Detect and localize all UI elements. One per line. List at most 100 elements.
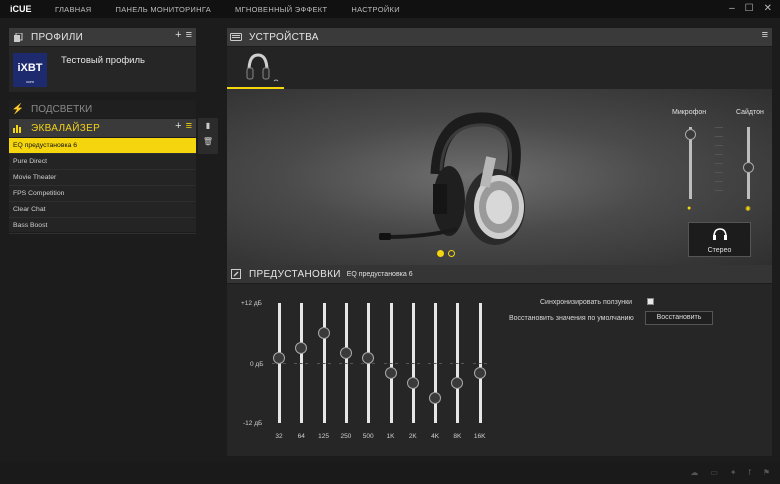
title-bar: iCUE ГЛАВНАЯ ПАНЕЛЬ МОНИТОРИНГА МГНОВЕНН… xyxy=(0,0,780,18)
zero-line xyxy=(428,363,443,364)
device-tab-headset[interactable] xyxy=(227,47,284,89)
add-eq-button[interactable]: + xyxy=(175,120,181,132)
sync-sliders-label: Синхронизировать ползунки xyxy=(540,299,633,306)
sidetone-slider-knob[interactable] xyxy=(743,161,754,173)
stereo-label: Стерео xyxy=(707,247,732,254)
eq-band-slider[interactable]: 125 xyxy=(314,284,334,449)
sync-sliders-checkbox[interactable] xyxy=(647,298,654,305)
headphones-icon xyxy=(712,228,727,240)
eq-preset-list: EQ предустановка 6 Pure Direct Movie Theat… xyxy=(9,138,196,234)
edit-icon xyxy=(227,265,245,283)
carousel-dot[interactable] xyxy=(437,250,444,257)
eq-band-slider[interactable]: 1K xyxy=(381,284,401,449)
icue-window: iCUE ГЛАВНАЯ ПАНЕЛЬ МОНИТОРИНГА МГНОВЕНН… xyxy=(0,0,780,484)
device-stage: Микрофон Сайдтон ● ✺ Стерео xyxy=(227,89,772,265)
carousel-dot[interactable] xyxy=(448,250,455,257)
zero-line xyxy=(338,363,353,364)
stereo-button[interactable]: Стерео xyxy=(688,222,751,257)
profile-name: Тестовый профиль xyxy=(61,55,145,66)
eq-band-knob[interactable] xyxy=(406,377,419,389)
facebook-icon[interactable]: f xyxy=(749,468,751,477)
zero-line xyxy=(472,363,487,364)
lighting-header[interactable]: ⚡ ПОДСВЕТКИ xyxy=(9,100,196,118)
close-button[interactable]: ✕ xyxy=(764,3,772,14)
profiles-menu-icon[interactable]: ≡ xyxy=(186,29,192,41)
copy-icon[interactable]: ▮ xyxy=(198,118,218,134)
trash-icon[interactable]: 🗑 xyxy=(198,134,218,150)
eq-band-slider[interactable]: 64 xyxy=(291,284,311,449)
eq-band-slider[interactable]: 32 xyxy=(269,284,289,449)
profile-item[interactable]: iXBT com Тестовый профиль xyxy=(9,47,196,92)
eq-preset-item[interactable]: EQ предустановка 6 xyxy=(9,138,196,154)
community-icon[interactable]: ☁ xyxy=(690,468,698,477)
presets-header: ПРЕДУСТАНОВКИ EQ предустановка 6 xyxy=(227,265,772,283)
presets-title: ПРЕДУСТАНОВКИ xyxy=(249,268,341,280)
equalizer-header: ЭКВАЛАЙЗЕР + ≡ xyxy=(9,119,196,137)
device-tab-bar xyxy=(227,47,772,89)
window-controls: – ☐ ✕ xyxy=(729,3,772,14)
app-logo: iCUE xyxy=(10,4,32,14)
db-top-label: +12 дБ xyxy=(241,300,262,307)
add-profile-button[interactable]: + xyxy=(175,29,181,41)
presets-current-name: EQ предустановка 6 xyxy=(346,270,413,278)
nav-instant-lighting[interactable]: МГНОВЕННЫЙ ЭФФЕКТ xyxy=(235,5,327,14)
equalizer-icon xyxy=(9,119,27,137)
zero-line xyxy=(316,363,331,364)
maximize-button[interactable]: ☐ xyxy=(745,3,754,14)
profiles-header: ПРОФИЛИ + ≡ xyxy=(9,28,196,46)
mic-mute-icon[interactable]: ● xyxy=(687,205,691,212)
corsair-icon[interactable]: ⚑ xyxy=(763,468,770,477)
eq-band-slider[interactable]: 250 xyxy=(336,284,356,449)
eq-band-slider[interactable]: 8K xyxy=(447,284,467,449)
carousel-dots xyxy=(437,250,455,257)
headset-thumbnail-icon xyxy=(246,53,279,82)
zero-line xyxy=(450,363,465,364)
eq-band-knob[interactable] xyxy=(384,367,397,379)
nav-dashboard[interactable]: ПАНЕЛЬ МОНИТОРИНГА xyxy=(116,5,211,14)
db-bottom-label: -12 дБ xyxy=(243,420,263,427)
profiles-icon xyxy=(9,28,27,46)
eq-panel: +12 дБ 0 дБ -12 дБ 32 64 125 250 500 1K 2K 4K 8K… xyxy=(227,284,772,456)
devices-menu-icon[interactable]: ≡ xyxy=(762,29,768,41)
eq-band-knob[interactable] xyxy=(429,392,442,404)
zero-line xyxy=(383,363,398,364)
eq-band-knob[interactable] xyxy=(451,377,464,389)
equalizer-title: ЭКВАЛАЙЗЕР xyxy=(31,122,101,134)
eq-band-knob[interactable] xyxy=(273,352,285,364)
sidetone-label: Сайдтон xyxy=(736,109,764,116)
lighting-title: ПОДСВЕТКИ xyxy=(31,103,93,115)
eq-band-knob[interactable] xyxy=(295,342,308,354)
nav-settings[interactable]: НАСТРОЙКИ xyxy=(351,5,400,14)
eq-band-knob[interactable] xyxy=(339,347,352,359)
devices-header: УСТРОЙСТВА ≡ xyxy=(227,28,772,46)
level-meter xyxy=(715,127,723,199)
profile-logo: iXBT com xyxy=(13,53,47,87)
eq-band-slider[interactable]: 2K xyxy=(403,284,423,449)
eq-preset-item[interactable]: Clear Chat xyxy=(9,202,196,218)
sidetone-icon[interactable]: ✺ xyxy=(745,205,751,213)
eq-menu-icon[interactable]: ≡ xyxy=(186,120,192,132)
eq-preset-item[interactable]: Movie Theater xyxy=(9,170,196,186)
eq-band-slider[interactable]: 4K xyxy=(425,284,445,449)
restore-button[interactable]: Восстановить xyxy=(645,311,713,325)
eq-band-slider[interactable]: 16K xyxy=(470,284,490,449)
eq-band-slider[interactable]: 500 xyxy=(358,284,378,449)
restore-defaults-label: Восстановить значения по умолчанию xyxy=(509,315,634,322)
lightning-icon: ⚡ xyxy=(11,103,25,115)
eq-side-tools: ▮ 🗑 xyxy=(198,118,218,154)
minimize-button[interactable]: – xyxy=(729,3,735,14)
main-nav: ГЛАВНАЯ ПАНЕЛЬ МОНИТОРИНГА МГНОВЕННЫЙ ЭФ… xyxy=(55,5,424,14)
eq-preset-item[interactable]: Pure Direct xyxy=(9,154,196,170)
eq-band-knob[interactable] xyxy=(317,327,330,339)
eq-preset-item[interactable]: Bass Boost xyxy=(9,218,196,234)
eq-band-knob[interactable] xyxy=(473,367,486,379)
db-mid-label: 0 дБ xyxy=(250,361,264,368)
microphone-label: Микрофон xyxy=(672,109,707,116)
nav-home[interactable]: ГЛАВНАЯ xyxy=(55,5,92,14)
zero-line xyxy=(405,363,420,364)
chat-icon[interactable]: ▭ xyxy=(710,468,718,477)
twitter-icon[interactable]: ✦ xyxy=(730,468,737,477)
eq-preset-item[interactable]: FPS Competition xyxy=(9,186,196,202)
eq-band-frequency: 16K xyxy=(473,433,486,440)
zero-line xyxy=(294,363,309,364)
